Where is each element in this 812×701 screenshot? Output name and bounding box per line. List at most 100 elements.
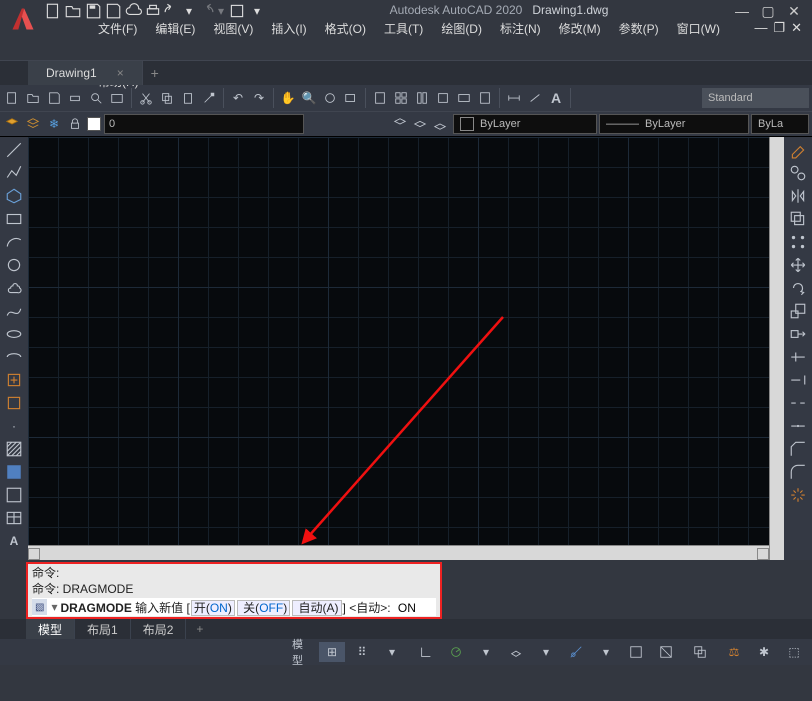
print-icon[interactable] — [144, 2, 162, 20]
tab-layout1[interactable]: 布局1 — [75, 619, 131, 639]
circle-icon[interactable] — [5, 256, 23, 274]
save-icon[interactable] — [45, 89, 63, 107]
trim-icon[interactable] — [789, 348, 807, 366]
dim-linear-icon[interactable] — [505, 89, 523, 107]
isodraft-icon[interactable] — [503, 642, 529, 662]
chamfer-icon[interactable] — [789, 440, 807, 458]
copy-icon[interactable] — [158, 89, 176, 107]
command-dropdown-icon[interactable]: ▾ — [48, 600, 60, 614]
layer-freeze-icon[interactable]: ❄ — [45, 115, 63, 133]
table-icon[interactable] — [5, 509, 23, 527]
layer-dropdown[interactable]: 0 — [104, 114, 304, 134]
gradient-icon[interactable] — [5, 463, 23, 481]
add-layout-button[interactable]: + — [186, 622, 213, 636]
make-block-icon[interactable] — [5, 394, 23, 412]
line-icon[interactable] — [5, 141, 23, 159]
layer-off-icon[interactable] — [431, 115, 449, 133]
extend-icon[interactable] — [789, 371, 807, 389]
grid-toggle-icon[interactable]: ⊞ — [319, 642, 345, 662]
layer-lock-icon[interactable] — [66, 115, 84, 133]
vertical-scrollbar[interactable] — [769, 137, 784, 560]
polyline-icon[interactable] — [5, 164, 23, 182]
zoom-icon[interactable]: 🔍 — [300, 89, 318, 107]
array-icon[interactable] — [789, 233, 807, 251]
close-icon[interactable]: ✕ — [784, 4, 804, 18]
mdi-restore-icon[interactable]: ❐ — [773, 20, 785, 37]
properties-icon[interactable] — [371, 89, 389, 107]
app-logo-icon[interactable] — [8, 4, 38, 34]
rectangle-icon[interactable] — [5, 210, 23, 228]
ellipse-icon[interactable] — [5, 325, 23, 343]
layer-manager-icon[interactable] — [24, 115, 42, 133]
qat-dropdown-icon[interactable]: ▾ — [248, 2, 266, 20]
mtext-icon[interactable]: A — [5, 532, 23, 550]
chevron-down-icon[interactable]: ▾ — [593, 642, 619, 662]
tool-palette-icon[interactable] — [413, 89, 431, 107]
layer-color-swatch[interactable] — [87, 117, 101, 131]
annotation-autoscale-icon[interactable]: ⬚ — [781, 642, 807, 662]
quickcalc-icon[interactable] — [476, 89, 494, 107]
match-icon[interactable] — [200, 89, 218, 107]
tab-close-icon[interactable]: × — [117, 66, 124, 80]
annotation-scale-icon[interactable]: ⚖ — [721, 642, 747, 662]
menu-tools[interactable]: 工具(T) — [384, 20, 423, 37]
chevron-down-icon[interactable]: ▾ — [533, 642, 559, 662]
dim-aligned-icon[interactable] — [526, 89, 544, 107]
break-icon[interactable] — [789, 394, 807, 412]
insert-block-icon[interactable] — [5, 371, 23, 389]
tab-add-button[interactable]: + — [143, 65, 167, 81]
menu-insert[interactable]: 插入(I) — [271, 20, 306, 37]
linetype-dropdown[interactable]: ———ByLayer — [599, 114, 749, 134]
publish-icon[interactable] — [108, 89, 126, 107]
menu-edit[interactable]: 编辑(E) — [155, 20, 195, 37]
new-icon[interactable] — [44, 2, 62, 20]
cut-icon[interactable] — [137, 89, 155, 107]
text-style-dropdown[interactable]: Standard — [702, 88, 809, 108]
undo-icon[interactable] — [164, 2, 182, 20]
stretch-icon[interactable] — [789, 325, 807, 343]
snap-toggle-icon[interactable]: ⠿ — [349, 642, 375, 662]
model-space-button[interactable]: 模型 — [289, 642, 315, 662]
copy-obj-icon[interactable] — [789, 164, 807, 182]
preview-icon[interactable] — [87, 89, 105, 107]
polygon-icon[interactable] — [5, 187, 23, 205]
chevron-down-icon[interactable]: ▾ — [216, 2, 226, 20]
ortho-icon[interactable] — [413, 642, 439, 662]
paste-icon[interactable] — [179, 89, 197, 107]
maximize-icon[interactable]: ▢ — [758, 4, 778, 18]
sheet-set-icon[interactable] — [434, 89, 452, 107]
color-dropdown[interactable]: ByLayer — [453, 114, 597, 134]
menu-draw[interactable]: 绘图(D) — [441, 20, 482, 37]
point-icon[interactable]: · — [5, 417, 23, 435]
layer-states-icon[interactable] — [3, 115, 21, 133]
spline-icon[interactable] — [5, 302, 23, 320]
mirror-icon[interactable] — [789, 187, 807, 205]
command-input[interactable]: ▧ ▾ DRAGMODE 输入新值 [开(ON) 关(OFF) 自动(A)] <… — [32, 598, 436, 616]
drawing-canvas[interactable] — [28, 137, 769, 545]
minimize-icon[interactable]: — — [732, 4, 752, 18]
orbit-icon[interactable] — [321, 89, 339, 107]
new-icon[interactable] — [3, 89, 21, 107]
fillet-icon[interactable] — [789, 463, 807, 481]
polar-icon[interactable] — [443, 642, 469, 662]
redo-icon[interactable] — [196, 2, 214, 20]
region-icon[interactable] — [5, 486, 23, 504]
zoom-window-icon[interactable] — [342, 89, 360, 107]
tab-drawing1[interactable]: Drawing1 × — [28, 61, 143, 85]
transparency-icon[interactable] — [653, 642, 679, 662]
saveas-icon[interactable] — [104, 2, 122, 20]
layer-prev-icon[interactable] — [411, 115, 429, 133]
menu-window[interactable]: 窗口(W) — [677, 20, 720, 37]
open-icon[interactable] — [24, 89, 42, 107]
menu-view[interactable]: 视图(V) — [213, 20, 253, 37]
text-icon[interactable]: A — [547, 89, 565, 107]
lineweight-dropdown[interactable]: ByLa — [751, 114, 809, 134]
tab-model[interactable]: 模型 — [26, 619, 75, 639]
mdi-minimize-icon[interactable]: — — [754, 20, 767, 37]
move-icon[interactable] — [789, 256, 807, 274]
menu-dimension[interactable]: 标注(N) — [500, 20, 541, 37]
revcloud-icon[interactable] — [5, 279, 23, 297]
menu-modify[interactable]: 修改(M) — [559, 20, 601, 37]
chevron-down-icon[interactable]: ▾ — [379, 642, 405, 662]
explode-icon[interactable] — [789, 486, 807, 504]
